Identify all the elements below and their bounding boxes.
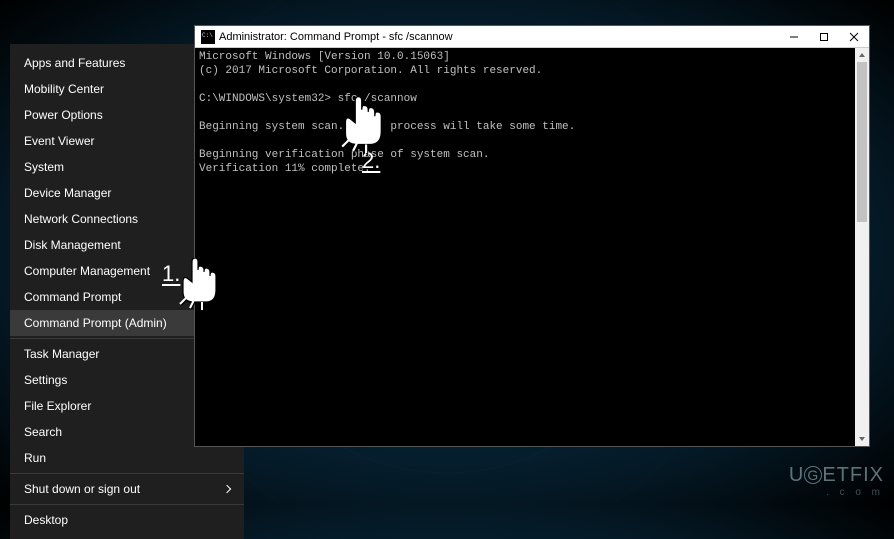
winx-item-desktop[interactable]: Desktop bbox=[10, 507, 244, 533]
winx-item-label: Device Manager bbox=[24, 186, 111, 200]
minimize-button[interactable] bbox=[779, 26, 809, 48]
winx-item-label: Computer Management bbox=[24, 264, 150, 278]
watermark-text: ETFIX bbox=[822, 464, 884, 486]
maximize-button[interactable] bbox=[809, 26, 839, 48]
scroll-up-button[interactable] bbox=[855, 48, 869, 62]
winx-item-label: Network Connections bbox=[24, 212, 138, 226]
terminal-output[interactable]: Microsoft Windows [Version 10.0.15063] (… bbox=[195, 48, 869, 446]
winx-item-label: System bbox=[24, 160, 64, 174]
winx-item-label: Command Prompt (Admin) bbox=[24, 316, 167, 330]
cmd-icon bbox=[201, 30, 215, 44]
winx-item-label: Apps and Features bbox=[24, 56, 125, 70]
winx-item-label: Power Options bbox=[24, 108, 103, 122]
vertical-scrollbar[interactable] bbox=[855, 48, 869, 446]
winx-item-label: Task Manager bbox=[24, 347, 99, 361]
watermark-g-icon: G bbox=[804, 466, 822, 484]
winx-item-label: File Explorer bbox=[24, 399, 91, 413]
winx-item-label: Mobility Center bbox=[24, 82, 104, 96]
scrollbar-thumb[interactable] bbox=[857, 62, 867, 222]
winx-item-label: Event Viewer bbox=[24, 134, 94, 148]
winx-item-label: Settings bbox=[24, 373, 67, 387]
winx-item-label: Disk Management bbox=[24, 238, 121, 252]
winx-item-run[interactable]: Run bbox=[10, 445, 244, 471]
winx-item-label: Desktop bbox=[24, 513, 68, 527]
watermark-text: U bbox=[789, 464, 804, 486]
scrollbar-track[interactable] bbox=[855, 62, 869, 432]
winx-item-shut-down-or-sign-out[interactable]: Shut down or sign out bbox=[10, 476, 244, 502]
terminal-lines: Microsoft Windows [Version 10.0.15063] (… bbox=[199, 50, 865, 176]
scroll-down-button[interactable] bbox=[855, 432, 869, 446]
winx-item-label: Run bbox=[24, 451, 46, 465]
winx-item-label: Shut down or sign out bbox=[24, 482, 140, 496]
watermark-logo: UGETFIX . c o m bbox=[789, 464, 884, 498]
winx-item-label: Command Prompt bbox=[24, 290, 121, 304]
chevron-right-icon bbox=[223, 485, 231, 493]
winx-item-label: Search bbox=[24, 425, 62, 439]
window-titlebar[interactable]: Administrator: Command Prompt - sfc /sca… bbox=[195, 26, 869, 48]
command-prompt-window: Administrator: Command Prompt - sfc /sca… bbox=[195, 26, 869, 446]
window-title: Administrator: Command Prompt - sfc /sca… bbox=[219, 31, 779, 43]
close-button[interactable] bbox=[839, 26, 869, 48]
